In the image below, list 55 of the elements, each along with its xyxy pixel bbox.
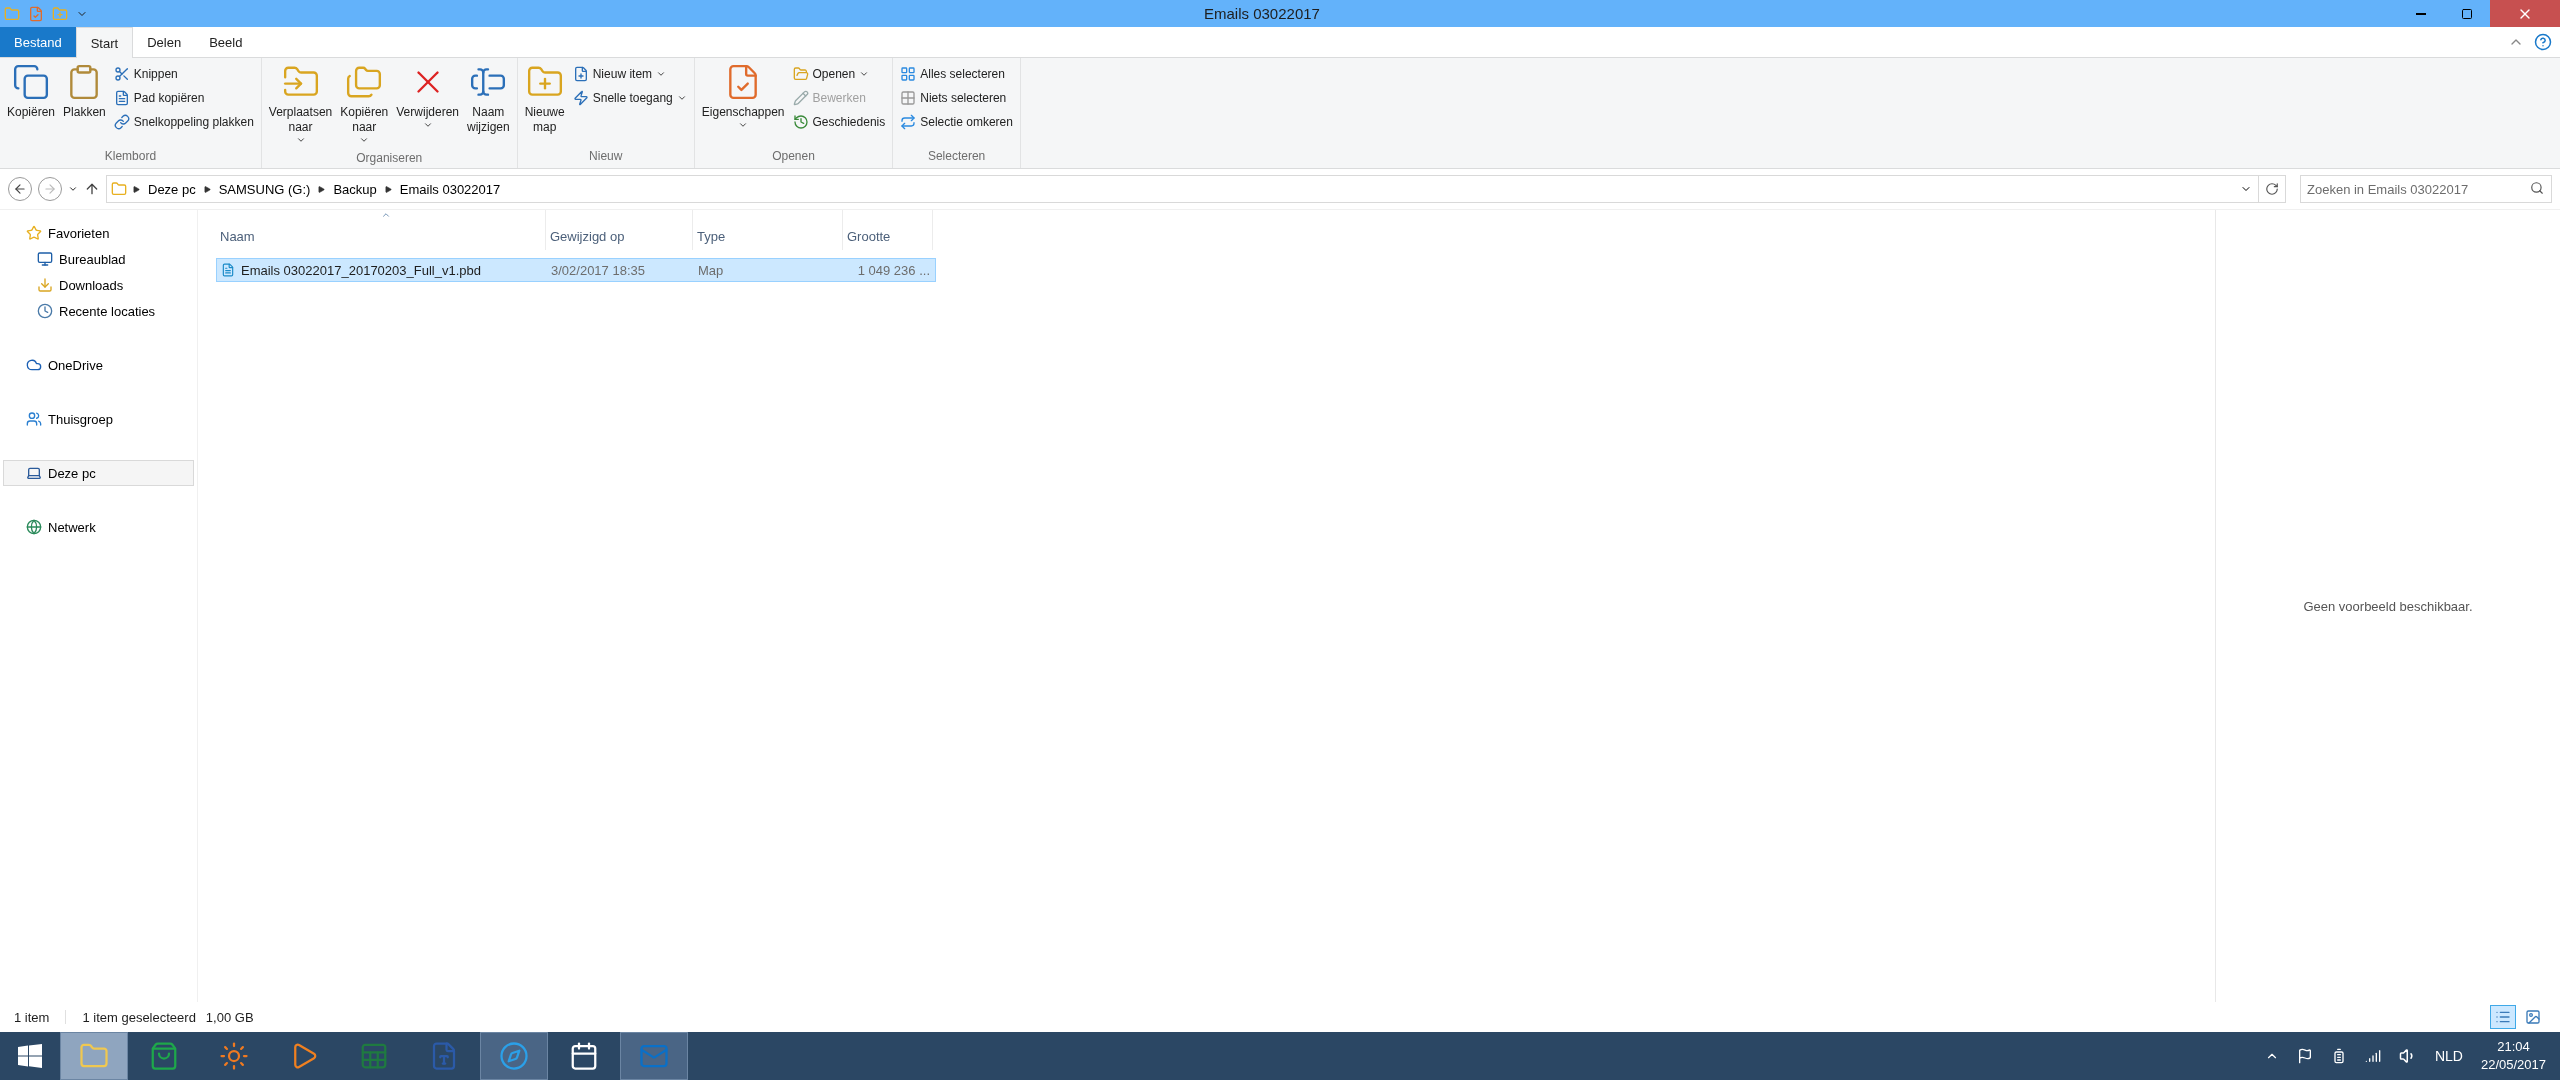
group-label: Klembord — [103, 148, 158, 165]
selection-info: 1 item geselecteerd — [82, 1009, 196, 1025]
nav-item[interactable]: Deze pc — [3, 460, 194, 486]
ribbon-button[interactable]: Nieuwe map — [521, 61, 568, 145]
breadcrumb[interactable]: Backup — [331, 181, 379, 197]
ribbon-button[interactable]: Niets selecteren — [897, 87, 1016, 109]
nav-item[interactable]: OneDrive — [3, 352, 194, 378]
window-title: Emails 03022017 — [1204, 5, 1321, 22]
breadcrumb[interactable]: SAMSUNG (G:) — [216, 181, 313, 197]
nav-item[interactable]: Downloads — [3, 272, 194, 298]
ribbon-tab[interactable]: Bestand — [0, 27, 76, 57]
ribbon-button[interactable]: Eigenschappen — [698, 61, 788, 145]
size-cell-text: 1 049 236 ... — [856, 262, 931, 278]
ribbon-button[interactable]: Selectie omkeren — [897, 111, 1016, 133]
ribbon-button[interactable]: Kopiëren naar — [337, 61, 392, 147]
ribbon-button[interactable]: Nieuw item — [569, 63, 690, 85]
type-cell-text: Map — [697, 262, 725, 278]
ribbon-button[interactable]: Snelkoppeling plakken — [110, 111, 257, 133]
column-header[interactable]: Grootte — [843, 210, 933, 250]
ribbon-button[interactable]: Openen — [789, 63, 889, 85]
breadcrumb[interactable]: Deze pc — [146, 181, 198, 197]
item-count: 1 item — [14, 1009, 50, 1025]
ribbon-button[interactable]: Pad kopiëren — [110, 87, 257, 109]
group-label: Organiseren — [355, 150, 424, 167]
file-name-cell: Emails 03022017_20170203_Full_v1.pbd — [217, 262, 547, 278]
ribbon-button[interactable]: Snelle toegang — [569, 87, 690, 109]
selection-size: 1,00 GB — [205, 1009, 254, 1025]
clock[interactable]: 21:04 22/05/2017 — [2480, 1038, 2546, 1074]
group-label: Openen — [771, 148, 816, 165]
breadcrumb[interactable]: Emails 03022017 — [397, 181, 503, 197]
group-label: Nieuw — [588, 148, 624, 165]
ribbon-button[interactable]: Alles selecteren — [897, 63, 1016, 85]
ribbon-button[interactable]: Naam wijzigen — [464, 61, 513, 147]
language-indicator[interactable]: NLD — [2434, 1048, 2463, 1064]
ribbon-button[interactable]: Plakken — [60, 61, 109, 145]
file-row[interactable]: Emails 03022017_20170203_Full_v1.pbd 3/02/2017 18:35 Map 1 049 236 ... — [216, 258, 936, 282]
modified-cell-text: 3/02/2017 18:35 — [550, 262, 646, 278]
ribbon-button[interactable]: Knippen — [110, 63, 257, 85]
column-header[interactable]: Type — [693, 210, 843, 250]
nav-item[interactable]: Favorieten — [3, 220, 194, 246]
nav-item[interactable]: Recente locaties — [3, 298, 194, 324]
ribbon-tab[interactable]: Start — [75, 27, 134, 58]
ribbon-button[interactable]: Verplaatsen naar — [265, 61, 336, 147]
nav-item[interactable]: Thuisgroep — [3, 406, 194, 432]
column-header[interactable]: Gewijzigd op — [546, 210, 693, 250]
search-field[interactable]: Zoeken in Emails 03022017 — [2300, 175, 2552, 203]
nav-item[interactable]: Bureaublad — [3, 246, 194, 272]
address-bar[interactable]: Deze pc SAMSUNG (G:) Backup Emails 03022017 — [106, 175, 2259, 203]
nav-item[interactable]: Netwerk — [3, 514, 194, 540]
ribbon-button[interactable]: Kopiëren — [4, 61, 59, 145]
group-label: Selecteren — [926, 148, 987, 165]
ribbon-button[interactable]: Geschiedenis — [789, 111, 889, 133]
ribbon-button[interactable]: Verwijderen — [393, 61, 462, 147]
preview-message: Geen voorbeeld beschikbaar. — [2303, 598, 2473, 614]
column-header[interactable]: Naam — [216, 210, 546, 250]
